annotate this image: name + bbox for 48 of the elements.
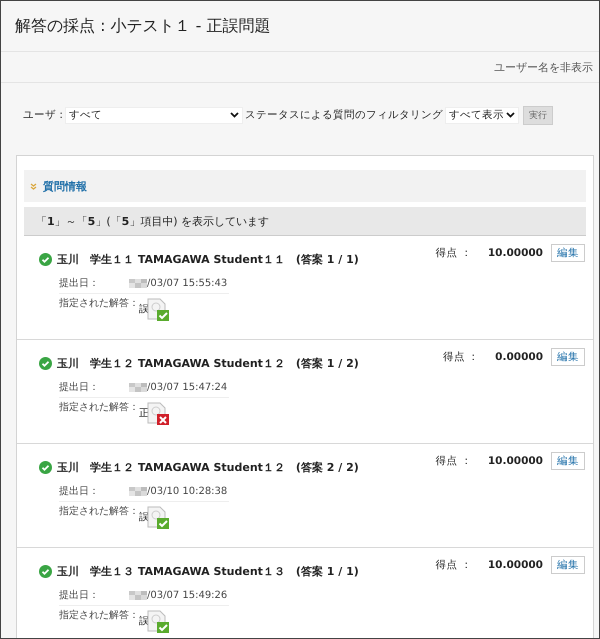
submitted-date: /03/07 15:47:24	[147, 382, 228, 392]
edit-button[interactable]: 編集	[551, 452, 585, 470]
edit-button[interactable]: 編集	[551, 556, 585, 574]
edit-button[interactable]: 編集	[551, 348, 585, 366]
chevron-down-icon	[230, 112, 239, 118]
score-value: 10.00000	[488, 559, 543, 571]
redaction-mark	[129, 382, 147, 392]
answer-label: 指定された解答：	[59, 400, 139, 414]
answer-label: 指定された解答：	[59, 504, 139, 518]
status-dropdown[interactable]: すべて表示	[444, 106, 519, 124]
student-attempt-name: 玉川 学生１２ TAMAGAWA Student１２ (答案 2 / 2)	[57, 460, 359, 475]
score-value: 0.00000	[495, 351, 543, 363]
answer-label: 指定された解答：	[59, 296, 139, 310]
score-label: 得点 ：	[436, 246, 472, 260]
submitted-label: 提出日：	[59, 484, 100, 498]
submitted-label: 提出日：	[59, 276, 100, 290]
redaction-mark	[129, 590, 147, 600]
student-attempt-name: 玉川 学生１２ TAMAGAWA Student１２ (答案 1 / 2)	[57, 356, 359, 371]
section-title[interactable]: 質問情報	[43, 178, 87, 194]
page-title: 解答の採点 : 小テスト１ - 正誤問題	[15, 16, 271, 36]
submitted-date: /03/10 10:28:38	[147, 486, 228, 496]
score-label: 得点 ：	[436, 558, 472, 572]
status-filter-label: ステータスによる質問のフィルタリング	[244, 108, 443, 122]
submitted-label: 提出日：	[59, 588, 100, 602]
student-attempt-name: 玉川 学生１３ TAMAGAWA Student１３ (答案 1 / 1)	[57, 564, 359, 579]
check-circle-icon	[39, 565, 52, 578]
answer-value: 正	[139, 407, 149, 420]
score-value: 10.00000	[488, 247, 543, 259]
answer-label: 指定された解答：	[59, 608, 139, 622]
check-circle-icon	[39, 357, 52, 370]
submitted-date: /03/07 15:49:26	[147, 590, 228, 600]
check-circle-icon	[39, 253, 52, 266]
submitted-label: 提出日：	[59, 380, 100, 394]
score-label: 得点 ：	[436, 454, 472, 468]
score-value: 10.00000	[488, 455, 543, 467]
chevron-down-icon	[506, 112, 515, 118]
redaction-mark	[129, 278, 147, 288]
hide-usernames-link[interactable]: ユーザー名を非表示	[494, 60, 593, 74]
submitted-date: /03/07 15:55:43	[147, 278, 228, 288]
check-circle-icon	[39, 461, 52, 474]
edit-button[interactable]: 編集	[551, 244, 585, 262]
student-attempt-name: 玉川 学生１１ TAMAGAWA Student１１ (答案 1 / 1)	[57, 252, 359, 267]
redaction-mark	[129, 486, 147, 496]
user-dropdown[interactable]: すべて	[64, 106, 243, 124]
item-count-text: 「1」～「5」(「5」項目中) を表示しています	[36, 214, 270, 228]
go-button[interactable]: 実行	[522, 106, 553, 124]
user-filter-label: ユーザ :	[23, 108, 63, 122]
score-label: 得点 ：	[442, 350, 480, 364]
